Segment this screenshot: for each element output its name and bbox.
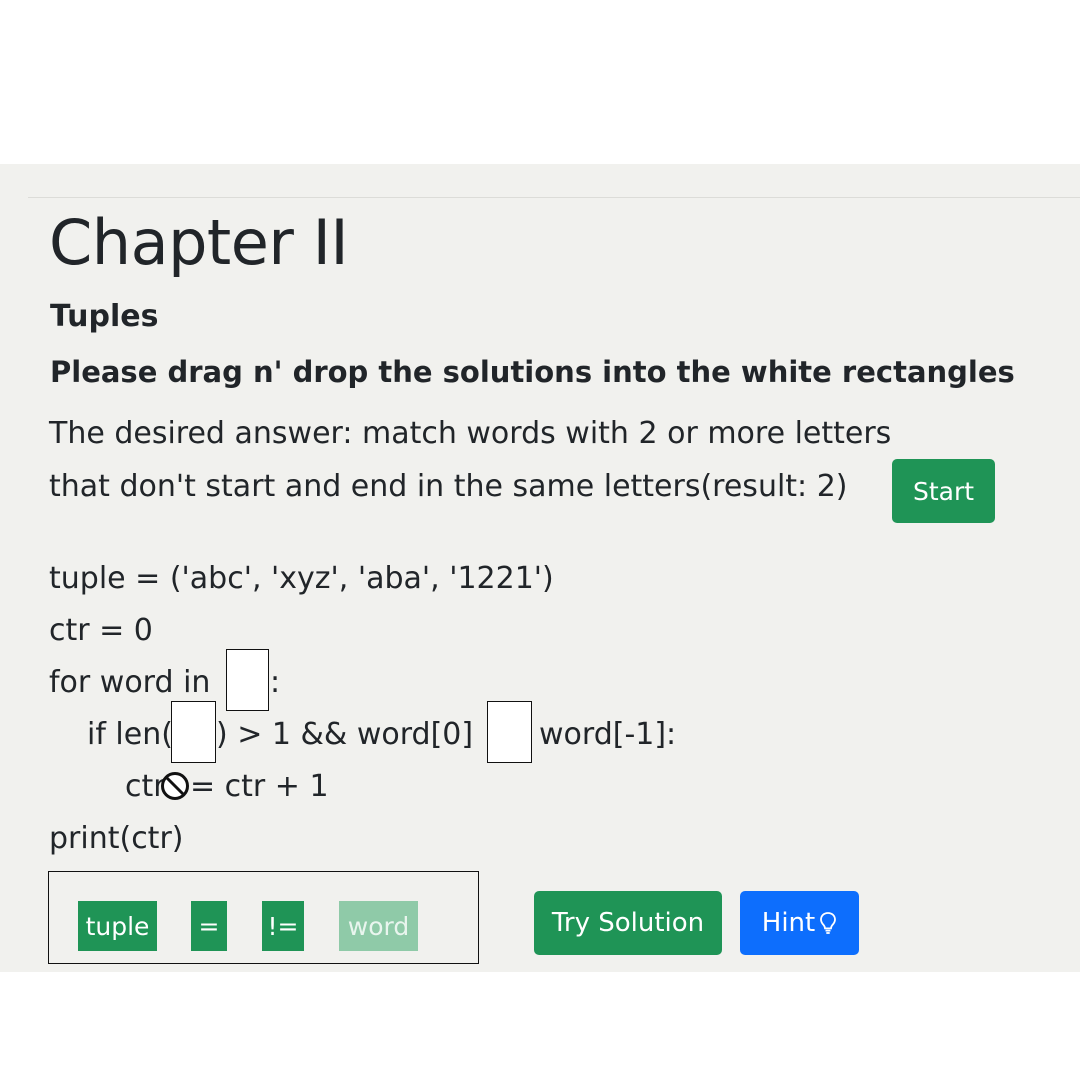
hint-button[interactable]: Hint bbox=[740, 891, 859, 955]
solution-chip-not-equals[interactable]: != bbox=[262, 901, 304, 951]
solution-bank: tuple = != word bbox=[48, 871, 479, 964]
drop-zone-len-arg[interactable] bbox=[171, 701, 216, 763]
instruction-text: Please drag n' drop the solutions into t… bbox=[50, 355, 1015, 389]
code-line-4-prefix: if len( bbox=[87, 717, 173, 752]
page: Chapter II Tuples Please drag n' drop th… bbox=[0, 164, 1080, 972]
task-description-line-1: The desired answer: match words with 2 o… bbox=[49, 416, 892, 451]
task-description-line-2: that don't start and end in the same let… bbox=[49, 469, 848, 504]
code-line-1: tuple = ('abc', 'xyz', 'aba', '1221') bbox=[49, 561, 554, 596]
divider bbox=[28, 197, 1080, 198]
page-title: Chapter II bbox=[49, 206, 349, 279]
code-line-2: ctr = 0 bbox=[49, 613, 153, 648]
start-button[interactable]: Start bbox=[892, 459, 995, 523]
code-line-5-suffix: = ctr + 1 bbox=[190, 769, 329, 804]
solution-chip-equals[interactable]: = bbox=[191, 901, 227, 951]
drop-zone-comparison[interactable] bbox=[487, 701, 532, 763]
hint-button-label: Hint bbox=[761, 908, 816, 938]
solution-chip-tuple[interactable]: tuple bbox=[78, 901, 157, 951]
code-line-6: print(ctr) bbox=[49, 821, 184, 856]
lightbulb-icon bbox=[820, 912, 837, 934]
not-allowed-cursor-icon bbox=[161, 772, 189, 800]
code-line-4-middle: ) > 1 && word[0] bbox=[216, 717, 474, 752]
drop-zone-iterable[interactable] bbox=[226, 649, 269, 711]
topic-subtitle: Tuples bbox=[50, 299, 159, 334]
try-solution-button[interactable]: Try Solution bbox=[534, 891, 722, 955]
code-line-4-suffix: word[-1]: bbox=[539, 717, 677, 752]
code-line-3-prefix: for word in bbox=[49, 665, 211, 700]
code-line-3-suffix: : bbox=[270, 665, 281, 700]
solution-chip-word[interactable]: word bbox=[339, 901, 418, 951]
